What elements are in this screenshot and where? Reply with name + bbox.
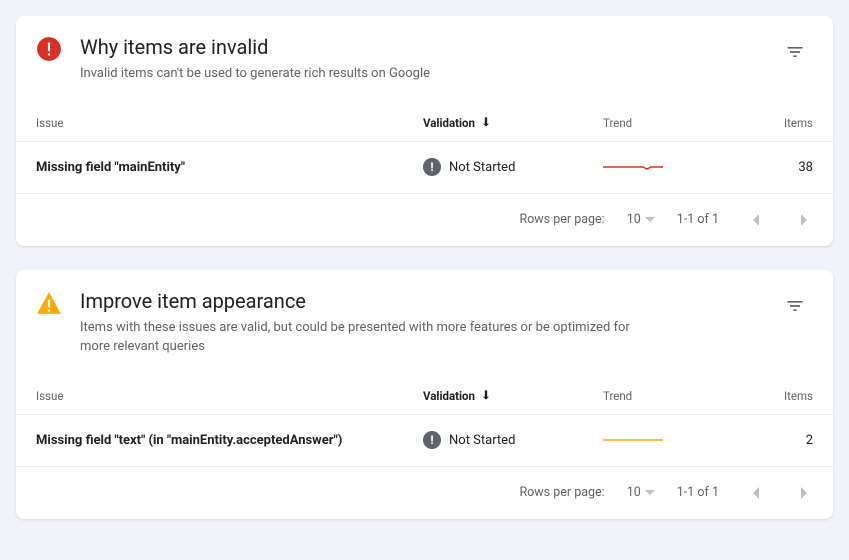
trend-sparkline xyxy=(603,157,663,177)
column-validation-label: Validation xyxy=(423,389,475,403)
column-issue[interactable]: Issue xyxy=(36,389,423,403)
rows-per-page-value: 10 xyxy=(627,485,641,500)
trend-sparkline xyxy=(603,430,663,450)
column-trend[interactable]: Trend xyxy=(603,116,743,130)
validation-status: Not Started xyxy=(449,433,515,448)
table-row[interactable]: Missing field "text" (in "mainEntity.acc… xyxy=(16,415,833,467)
pagination: Rows per page: 10 1-1 of 1 xyxy=(16,194,833,246)
rows-per-page-select[interactable]: 10 xyxy=(627,212,655,227)
validation-status: Not Started xyxy=(449,160,515,175)
next-page-button[interactable] xyxy=(791,206,819,234)
items-count: 2 xyxy=(743,433,813,448)
prev-page-button[interactable] xyxy=(741,206,769,234)
rows-per-page-value: 10 xyxy=(627,212,641,227)
items-count: 38 xyxy=(743,160,813,175)
card-subtitle: Invalid items can't be used to generate … xyxy=(80,64,640,84)
sort-down-icon xyxy=(479,115,493,132)
table-header: Issue Validation Trend Items xyxy=(16,379,833,415)
table-row[interactable]: Missing field "mainEntity" ! Not Started… xyxy=(16,142,833,194)
pagination: Rows per page: 10 1-1 of 1 xyxy=(16,467,833,519)
issue-text: Missing field "text" (in "mainEntity.acc… xyxy=(36,433,423,448)
rows-per-page-label: Rows per page: xyxy=(519,212,604,227)
error-icon xyxy=(36,36,62,62)
caret-down-icon xyxy=(645,485,655,500)
next-page-button[interactable] xyxy=(791,479,819,507)
pagination-range: 1-1 of 1 xyxy=(677,485,719,500)
issue-text: Missing field "mainEntity" xyxy=(36,160,423,175)
validation-status-icon: ! xyxy=(423,158,441,176)
card-subtitle: Items with these issues are valid, but c… xyxy=(80,318,640,357)
filter-button[interactable] xyxy=(777,288,813,324)
rows-per-page-label: Rows per page: xyxy=(519,485,604,500)
card-title: Why items are invalid xyxy=(80,34,777,60)
invalid-items-card: Why items are invalid Invalid items can'… xyxy=(16,16,833,246)
column-validation-label: Validation xyxy=(423,116,475,130)
caret-down-icon xyxy=(645,212,655,227)
table-header: Issue Validation Trend Items xyxy=(16,106,833,142)
warning-icon xyxy=(36,290,62,316)
improve-appearance-card: Improve item appearance Items with these… xyxy=(16,270,833,519)
rows-per-page-select[interactable]: 10 xyxy=(627,485,655,500)
column-items[interactable]: Items xyxy=(743,389,813,403)
column-trend[interactable]: Trend xyxy=(603,389,743,403)
prev-page-button[interactable] xyxy=(741,479,769,507)
column-issue[interactable]: Issue xyxy=(36,116,423,130)
column-items[interactable]: Items xyxy=(743,116,813,130)
column-validation-sort[interactable]: Validation xyxy=(423,115,603,132)
filter-button[interactable] xyxy=(777,34,813,70)
sort-down-icon xyxy=(479,388,493,405)
validation-status-icon: ! xyxy=(423,431,441,449)
pagination-range: 1-1 of 1 xyxy=(677,212,719,227)
column-validation-sort[interactable]: Validation xyxy=(423,388,603,405)
card-title: Improve item appearance xyxy=(80,288,777,314)
card-header: Why items are invalid Invalid items can'… xyxy=(16,16,833,106)
card-header: Improve item appearance Items with these… xyxy=(16,270,833,379)
